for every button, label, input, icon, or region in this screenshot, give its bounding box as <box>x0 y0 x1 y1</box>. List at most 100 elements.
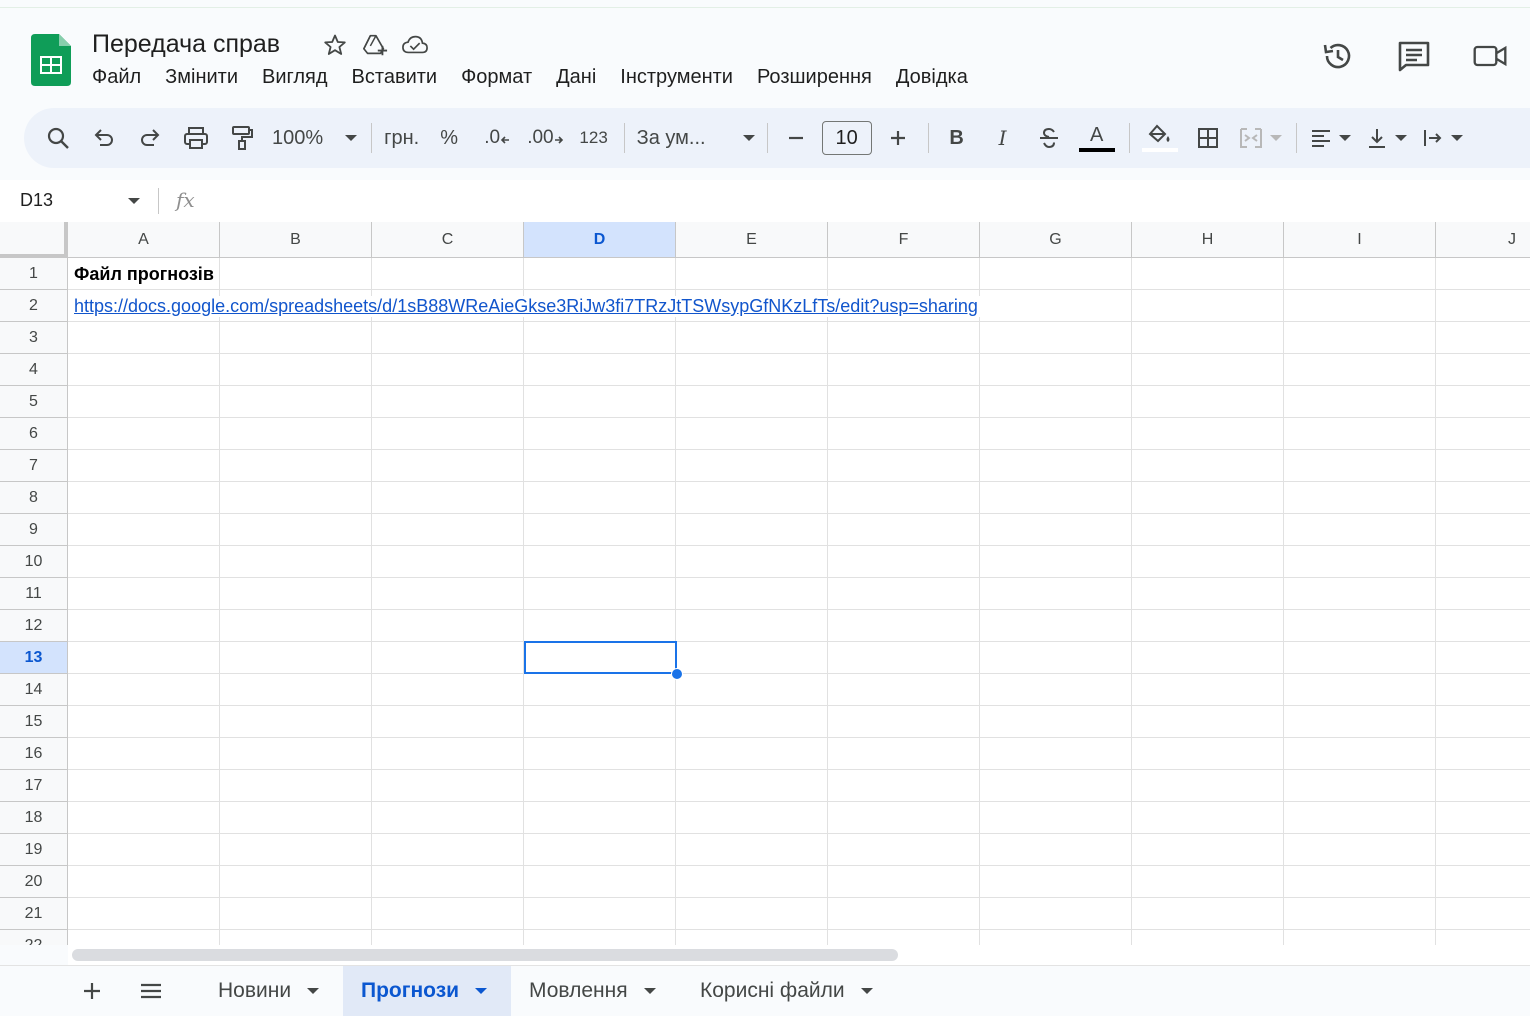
more-formats-button[interactable]: 123 <box>578 120 610 156</box>
sheets-logo-icon[interactable] <box>31 34 71 86</box>
row-header-14[interactable]: 14 <box>0 674 68 706</box>
drive-add-icon[interactable] <box>362 32 388 58</box>
menu-help[interactable]: Довідка <box>896 66 968 89</box>
column-header-i[interactable]: I <box>1284 222 1436 258</box>
meet-video-icon[interactable] <box>1472 38 1508 74</box>
star-icon[interactable] <box>322 32 348 58</box>
currency-format-button[interactable]: грн. <box>384 120 419 156</box>
horizontal-scrollbar-thumb[interactable] <box>72 949 898 961</box>
sheet-tab-news[interactable]: Новини <box>200 966 337 1016</box>
decrease-decimal-button[interactable]: .0 <box>481 120 513 156</box>
merge-cells-icon[interactable] <box>1238 120 1282 156</box>
text-color-button[interactable]: A <box>1078 120 1115 156</box>
percent-format-button[interactable]: % <box>433 120 465 156</box>
row-header-19[interactable]: 19 <box>0 834 68 866</box>
borders-icon[interactable] <box>1192 120 1224 156</box>
sheet-tab-broadcasting[interactable]: Мовлення <box>511 966 674 1016</box>
cell-a2-link[interactable]: https://docs.google.com/spreadsheets/d/1… <box>74 296 980 317</box>
row-header-18[interactable]: 18 <box>0 802 68 834</box>
italic-button[interactable]: I <box>987 120 1019 156</box>
chevron-down-icon[interactable] <box>860 988 873 994</box>
chevron-down-icon[interactable] <box>307 988 320 994</box>
zoom-select[interactable]: 100% <box>272 120 358 156</box>
row-header-3[interactable]: 3 <box>0 322 68 354</box>
column-header-g[interactable]: G <box>980 222 1132 258</box>
column-header-h[interactable]: H <box>1132 222 1284 258</box>
sheet-tab-useful-files[interactable]: Корисні файли <box>682 966 891 1016</box>
row-header-15[interactable]: 15 <box>0 706 68 738</box>
column-header-j[interactable]: J <box>1436 222 1530 258</box>
print-icon[interactable] <box>180 120 212 156</box>
sheet-tab-forecasts[interactable]: Прогнози <box>343 966 511 1016</box>
row-gridline <box>68 289 1530 290</box>
history-icon[interactable] <box>1320 38 1356 74</box>
active-cell-d13[interactable] <box>524 641 677 674</box>
row-header-21[interactable]: 21 <box>0 898 68 930</box>
menu-format[interactable]: Формат <box>461 66 532 89</box>
row-header-11[interactable]: 11 <box>0 578 68 610</box>
text-wrapping-icon[interactable] <box>1421 120 1463 156</box>
row-gridline <box>68 545 1530 546</box>
increase-font-size-button[interactable] <box>882 120 914 156</box>
row-header-6[interactable]: 6 <box>0 418 68 450</box>
select-all-corner[interactable] <box>0 222 68 258</box>
menu-view[interactable]: Вигляд <box>262 66 328 89</box>
column-header-a[interactable]: A <box>68 222 220 258</box>
fill-color-icon[interactable] <box>1141 120 1178 156</box>
row-header-4[interactable]: 4 <box>0 354 68 386</box>
row-gridline <box>68 321 1530 322</box>
decrease-font-size-button[interactable] <box>780 120 812 156</box>
all-sheets-button[interactable] <box>136 976 166 1006</box>
menu-data[interactable]: Дані <box>556 66 596 89</box>
row-header-10[interactable]: 10 <box>0 546 68 578</box>
row-header-12[interactable]: 12 <box>0 610 68 642</box>
chevron-down-icon[interactable] <box>475 988 488 994</box>
row-header-5[interactable]: 5 <box>0 386 68 418</box>
column-header-e[interactable]: E <box>676 222 828 258</box>
fill-handle[interactable] <box>671 668 683 680</box>
row-header-22[interactable]: 22 <box>0 930 68 945</box>
horizontal-align-icon[interactable] <box>1309 120 1351 156</box>
font-family-select[interactable]: За ум... <box>637 120 755 156</box>
chevron-down-icon <box>1269 135 1282 141</box>
row-header-13[interactable]: 13 <box>0 642 68 674</box>
search-menus-icon[interactable] <box>42 120 74 156</box>
menu-extensions[interactable]: Розширення <box>757 66 872 89</box>
column-header-b[interactable]: B <box>220 222 372 258</box>
redo-icon[interactable] <box>134 120 166 156</box>
increase-decimal-button[interactable]: .00 <box>527 120 563 156</box>
add-sheet-button[interactable] <box>77 976 107 1006</box>
undo-icon[interactable] <box>88 120 120 156</box>
chevron-down-icon[interactable] <box>643 988 656 994</box>
row-header-20[interactable]: 20 <box>0 866 68 898</box>
chevron-down-icon <box>742 135 755 141</box>
row-header-2[interactable]: 2 <box>0 290 68 322</box>
cell-a1[interactable]: Файл прогнозів <box>74 264 214 285</box>
bold-button[interactable]: B <box>941 120 973 156</box>
column-header-d[interactable]: D <box>524 222 676 258</box>
menu-tools[interactable]: Інструменти <box>620 66 733 89</box>
cloud-status-icon[interactable] <box>402 32 428 58</box>
menu-edit[interactable]: Змінити <box>165 66 238 89</box>
row-header-9[interactable]: 9 <box>0 514 68 546</box>
font-size-input[interactable]: 10 <box>821 120 872 156</box>
row-header-8[interactable]: 8 <box>0 482 68 514</box>
paint-format-icon[interactable] <box>226 120 258 156</box>
vertical-align-icon[interactable] <box>1365 120 1407 156</box>
row-gridline <box>68 641 1530 642</box>
chevron-down-icon <box>1450 135 1463 141</box>
chevron-down-icon[interactable] <box>128 198 140 204</box>
strikethrough-icon[interactable] <box>1033 120 1065 156</box>
comments-icon[interactable] <box>1396 38 1432 74</box>
row-header-7[interactable]: 7 <box>0 450 68 482</box>
name-box[interactable]: D13 <box>20 190 53 211</box>
row-header-17[interactable]: 17 <box>0 770 68 802</box>
spreadsheet-grid[interactable]: A B C D E F G H I J 1 2 3 4 5 6 7 8 9 10 11 12 13 14 1… <box>0 222 1530 945</box>
menu-insert[interactable]: Вставити <box>352 66 438 89</box>
row-header-16[interactable]: 16 <box>0 738 68 770</box>
menu-file[interactable]: Файл <box>92 66 141 89</box>
column-header-f[interactable]: F <box>828 222 980 258</box>
document-title[interactable]: Передача справ <box>92 30 280 59</box>
row-header-1[interactable]: 1 <box>0 258 68 290</box>
column-header-c[interactable]: C <box>372 222 524 258</box>
